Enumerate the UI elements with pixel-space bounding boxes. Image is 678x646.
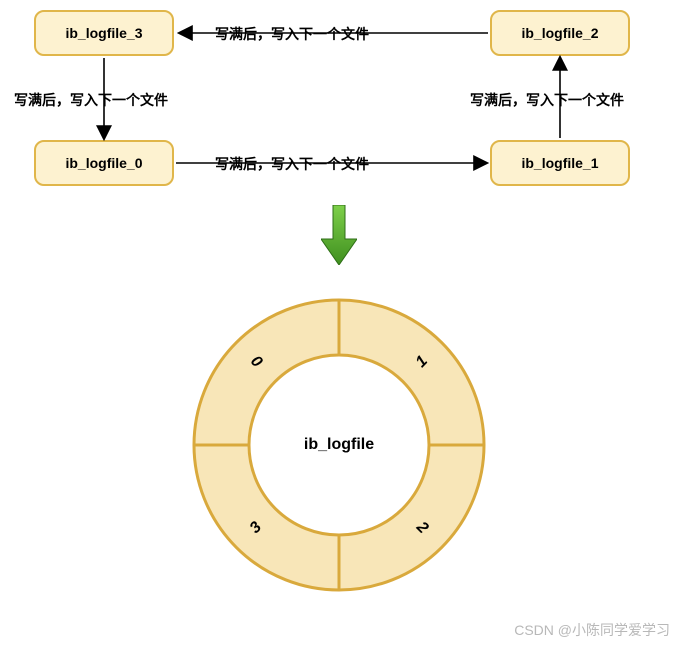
node-label: ib_logfile_2 bbox=[521, 25, 598, 41]
edge-label-bottom: 写满后，写入下一个文件 bbox=[215, 154, 369, 174]
node-ib-logfile-0: ib_logfile_0 bbox=[34, 140, 174, 186]
node-ib-logfile-2: ib_logfile_2 bbox=[490, 10, 630, 56]
big-down-arrow-icon bbox=[321, 205, 357, 265]
node-label: ib_logfile_0 bbox=[65, 155, 142, 171]
edge-label-top: 写满后，写入下一个文件 bbox=[215, 24, 369, 44]
node-ib-logfile-3: ib_logfile_3 bbox=[34, 10, 174, 56]
donut-center-label: ib_logfile bbox=[189, 295, 489, 595]
edge-label-right: 写满后，写入下一个文件 bbox=[470, 90, 624, 110]
donut-chart: 0 1 2 3 ib_logfile bbox=[189, 295, 489, 595]
watermark: CSDN @小陈同学爱学习 bbox=[514, 620, 670, 640]
node-label: ib_logfile_1 bbox=[521, 155, 598, 171]
node-label: ib_logfile_3 bbox=[65, 25, 142, 41]
edge-label-left: 写满后，写入下一个文件 bbox=[14, 90, 168, 110]
donut-center-text: ib_logfile bbox=[304, 436, 374, 454]
node-ib-logfile-1: ib_logfile_1 bbox=[490, 140, 630, 186]
